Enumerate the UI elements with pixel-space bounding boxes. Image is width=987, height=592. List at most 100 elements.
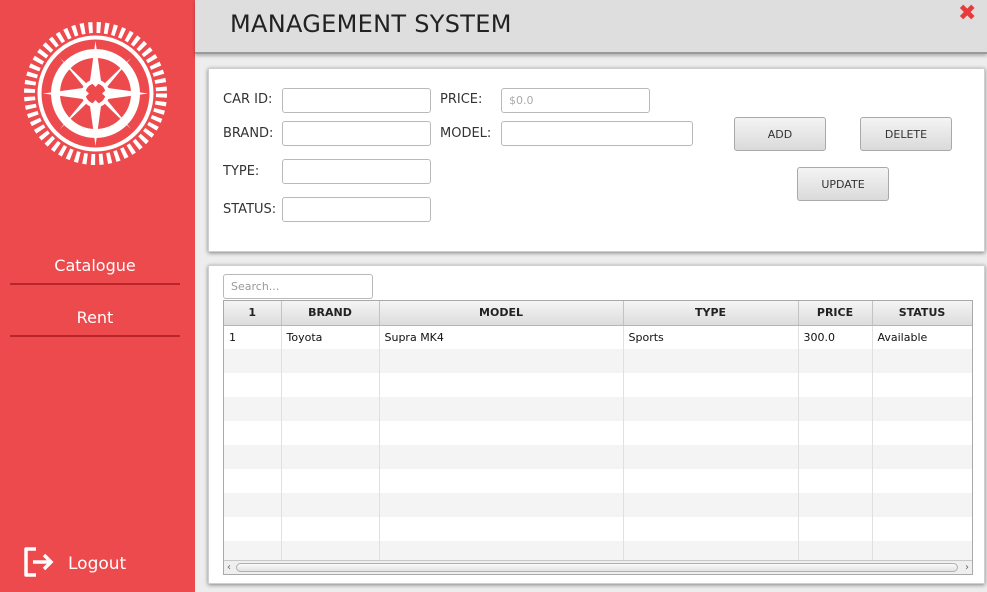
table-cell-empty xyxy=(872,373,972,397)
table-cell-empty xyxy=(623,349,799,373)
table-cell-empty xyxy=(379,493,624,517)
cell-id: 1 xyxy=(224,325,282,349)
table-cell-empty xyxy=(281,493,380,517)
table-row-empty xyxy=(224,373,972,397)
table-cell-empty xyxy=(798,469,873,493)
table-cell-empty xyxy=(872,469,972,493)
table-cell-empty xyxy=(872,517,972,541)
table-cell-empty xyxy=(281,373,380,397)
catalogue-table-panel: 1 BRAND MODEL TYPE PRICE STATUS 1 Toyota… xyxy=(208,265,985,584)
search-input[interactable] xyxy=(223,274,373,299)
cell-model: Supra MK4 xyxy=(379,325,624,349)
table-cell-empty xyxy=(379,469,624,493)
cell-type: Sports xyxy=(623,325,799,349)
sidebar-item-catalogue[interactable]: Catalogue xyxy=(10,247,180,285)
table-cell-empty xyxy=(224,373,282,397)
column-header-brand[interactable]: BRAND xyxy=(281,301,380,326)
column-header-type[interactable]: TYPE xyxy=(623,301,799,326)
table-row-empty xyxy=(224,397,972,421)
status-field[interactable] xyxy=(282,197,431,222)
logout-icon xyxy=(22,546,68,583)
type-label: TYPE: xyxy=(223,164,260,179)
price-label: PRICE: xyxy=(440,92,483,107)
table-cell-empty xyxy=(281,517,380,541)
close-icon[interactable]: ✖ xyxy=(958,1,976,26)
table-cell-empty xyxy=(224,445,282,469)
delete-button[interactable]: DELETE xyxy=(860,117,952,151)
car-table: 1 BRAND MODEL TYPE PRICE STATUS 1 Toyota… xyxy=(223,300,973,575)
column-header-id[interactable]: 1 xyxy=(224,301,282,326)
table-cell-empty xyxy=(798,421,873,445)
car-id-field[interactable] xyxy=(282,88,431,113)
table-row-empty xyxy=(224,349,972,373)
table-row[interactable]: 1 Toyota Supra MK4 Sports 300.0 Availabl… xyxy=(224,325,972,349)
table-cell-empty xyxy=(379,445,624,469)
cell-status: Available xyxy=(872,325,972,349)
table-cell-empty xyxy=(623,469,799,493)
table-cell-empty xyxy=(281,469,380,493)
table-cell-empty xyxy=(224,493,282,517)
model-field[interactable] xyxy=(501,121,693,146)
horizontal-scrollbar[interactable]: ‹ › xyxy=(224,560,972,574)
sidebar: Catalogue Rent Logout xyxy=(0,0,195,592)
table-cell-empty xyxy=(224,421,282,445)
table-cell-empty xyxy=(623,517,799,541)
table-cell-empty xyxy=(379,349,624,373)
table-cell-empty xyxy=(281,445,380,469)
brand-field[interactable] xyxy=(282,121,431,146)
logout-button[interactable]: Logout xyxy=(22,546,126,582)
brand-label: BRAND: xyxy=(223,126,274,141)
scroll-left-icon[interactable]: ‹ xyxy=(227,561,231,574)
table-cell-empty xyxy=(798,373,873,397)
table-cell-empty xyxy=(623,421,799,445)
table-cell-empty xyxy=(872,493,972,517)
sidebar-item-rent[interactable]: Rent xyxy=(10,299,180,337)
table-cell-empty xyxy=(379,373,624,397)
cell-price: 300.0 xyxy=(798,325,873,349)
header: MANAGEMENT SYSTEM ✖ xyxy=(195,0,987,54)
table-cell-empty xyxy=(224,349,282,373)
table-cell-empty xyxy=(872,445,972,469)
car-form-panel: CAR ID: BRAND: TYPE: STATUS: PRICE: MODE… xyxy=(208,68,985,252)
table-cell-empty xyxy=(623,445,799,469)
model-label: MODEL: xyxy=(440,126,492,141)
logout-label: Logout xyxy=(68,554,127,574)
table-cell-empty xyxy=(872,397,972,421)
table-cell-empty xyxy=(281,397,380,421)
scroll-right-icon[interactable]: › xyxy=(965,561,969,574)
column-header-model[interactable]: MODEL xyxy=(379,301,624,326)
table-row-empty xyxy=(224,469,972,493)
table-row-empty xyxy=(224,445,972,469)
table-row-empty xyxy=(224,517,972,541)
update-button[interactable]: UPDATE xyxy=(797,167,889,201)
table-cell-empty xyxy=(281,421,380,445)
table-cell-empty xyxy=(379,397,624,421)
table-cell-empty xyxy=(379,421,624,445)
table-header-row: 1 BRAND MODEL TYPE PRICE STATUS xyxy=(224,301,972,326)
cell-brand: Toyota xyxy=(281,325,380,349)
table-cell-empty xyxy=(798,493,873,517)
add-button[interactable]: ADD xyxy=(734,117,826,151)
price-field[interactable] xyxy=(501,88,650,113)
table-cell-empty xyxy=(281,349,380,373)
table-cell-empty xyxy=(623,373,799,397)
table-cell-empty xyxy=(623,397,799,421)
table-cell-empty xyxy=(224,517,282,541)
column-header-price[interactable]: PRICE xyxy=(798,301,873,326)
table-cell-empty xyxy=(379,517,624,541)
table-cell-empty xyxy=(798,397,873,421)
table-cell-empty xyxy=(623,493,799,517)
car-id-label: CAR ID: xyxy=(223,92,273,107)
table-cell-empty xyxy=(798,445,873,469)
table-cell-empty xyxy=(872,349,972,373)
table-cell-empty xyxy=(224,469,282,493)
wheel-logo-icon xyxy=(22,17,169,170)
scrollbar-thumb[interactable] xyxy=(236,563,958,572)
table-cell-empty xyxy=(798,349,873,373)
page-title: MANAGEMENT SYSTEM xyxy=(230,10,512,38)
table-cell-empty xyxy=(872,421,972,445)
table-row-empty xyxy=(224,493,972,517)
type-field[interactable] xyxy=(282,159,431,184)
column-header-status[interactable]: STATUS xyxy=(872,301,972,326)
table-cell-empty xyxy=(224,397,282,421)
